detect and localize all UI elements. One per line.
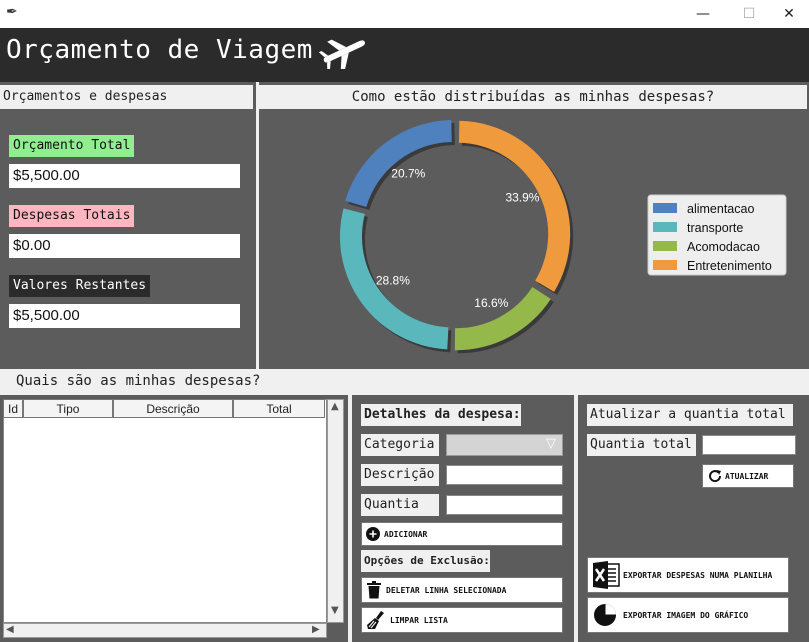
remaining-value: $5,500.00 (9, 304, 240, 328)
clear-list-label: LIMPAR LISTA (390, 615, 448, 625)
expenses-section-title: Quais são as minhas despesas? (16, 373, 261, 389)
expense-donut-chart: 33.9% 16.6% 28.8% 20.7% alimentacao transpor… (339, 120, 787, 354)
scroll-up-icon[interactable]: ▲ (331, 401, 339, 412)
delete-selected-button[interactable]: DELETAR LINHA SELECIONADA (361, 577, 563, 603)
update-total-title: Atualizar a quantia total (587, 404, 793, 426)
slice-label-alimentacao: 20.7% (391, 167, 425, 181)
table-header: Id Tipo Descrição Total (3, 399, 325, 418)
total-budget-label: Orçamento Total (9, 135, 135, 157)
total-budget-value: $5,500.00 (9, 164, 240, 188)
category-label: Categoria (361, 434, 439, 456)
add-button-label: ADICIONAR (384, 529, 428, 539)
airplane-icon (318, 39, 366, 69)
amount-label: Quantia (361, 494, 439, 516)
add-button[interactable]: ADICIONAR (361, 522, 563, 546)
slice-label-entretenimento: 33.9% (505, 191, 539, 205)
amount-input[interactable] (446, 495, 563, 515)
legend-label-transporte: transporte (687, 221, 743, 235)
clear-list-button[interactable]: LIMPAR LISTA (361, 607, 563, 633)
export-sheet-button[interactable]: EXPORTAR DESPESAS NUMA PLANILHA (587, 557, 789, 593)
update-button[interactable]: ATUALIZAR (702, 464, 794, 488)
description-label: Descrição (361, 464, 439, 486)
total-expenses-value: $0.00 (9, 234, 240, 258)
chevron-down-icon[interactable]: ▽ (546, 436, 556, 451)
legend-label-acomodacao: Acomodacao (687, 240, 760, 254)
chart-title: Como estão distribuídas as minhas despes… (259, 85, 807, 109)
expense-details-panel (352, 395, 574, 642)
window-title-bar: ✒ — ☐ ✕ (0, 0, 809, 28)
app-title: Orçamento de Viagem (6, 35, 313, 65)
total-expenses-label: Despesas Totais (9, 205, 135, 227)
legend-swatch-alimentacao (653, 203, 677, 213)
column-header-total[interactable]: Total (233, 399, 325, 418)
column-header-description[interactable]: Descrição (113, 399, 233, 418)
scroll-left-icon[interactable]: ◀ (6, 624, 14, 635)
expenses-table[interactable] (3, 399, 327, 623)
slice-label-transporte: 28.8% (376, 274, 410, 288)
minimize-button[interactable]: — (680, 0, 726, 28)
vertical-scrollbar[interactable]: ▲ ▼ (327, 399, 344, 623)
broom-icon (366, 610, 386, 630)
update-button-label: ATUALIZAR (725, 471, 769, 481)
export-chart-button[interactable]: EXPORTAR IMAGEM DO GRÁFICO (587, 597, 789, 633)
horizontal-scrollbar[interactable]: ◀ ▶ (3, 623, 327, 638)
delete-selected-label: DELETAR LINHA SELECIONADA (386, 585, 507, 595)
slice-label-acomodacao: 16.6% (474, 296, 508, 310)
close-button[interactable]: ✕ (766, 0, 809, 28)
remaining-label: Valores Restantes (9, 275, 151, 297)
expense-details-title: Detalhes da despesa: (361, 404, 521, 426)
legend-swatch-entretenimento (653, 260, 677, 270)
column-header-type[interactable]: Tipo (23, 399, 113, 418)
delete-options-title: Opções de Exclusão: (361, 550, 490, 572)
plus-circle-icon (366, 527, 380, 541)
legend-label-alimentacao: alimentacao (687, 202, 754, 216)
scroll-right-icon[interactable]: ▶ (312, 624, 320, 635)
budget-section-title: Orçamentos e despesas (0, 85, 253, 109)
legend-swatch-acomodacao (653, 241, 677, 251)
trash-icon (366, 581, 382, 599)
refresh-icon (707, 468, 723, 484)
export-chart-label: EXPORTAR IMAGEM DO GRÁFICO (623, 610, 749, 620)
total-amount-label: Quantia total (587, 434, 696, 456)
column-header-id[interactable]: Id (3, 399, 23, 418)
legend-swatch-transporte (653, 222, 677, 232)
legend-label-entretenimento: Entretenimento (687, 259, 772, 273)
pie-chart-icon (593, 603, 617, 627)
description-input[interactable] (446, 465, 563, 485)
app-feather-icon: ✒ (6, 4, 18, 20)
export-sheet-label: EXPORTAR DESPESAS NUMA PLANILHA (623, 570, 773, 580)
scroll-down-icon[interactable]: ▼ (331, 605, 339, 616)
total-amount-input[interactable] (702, 435, 796, 455)
category-select[interactable]: ▽ (446, 434, 563, 456)
excel-icon (591, 560, 621, 590)
